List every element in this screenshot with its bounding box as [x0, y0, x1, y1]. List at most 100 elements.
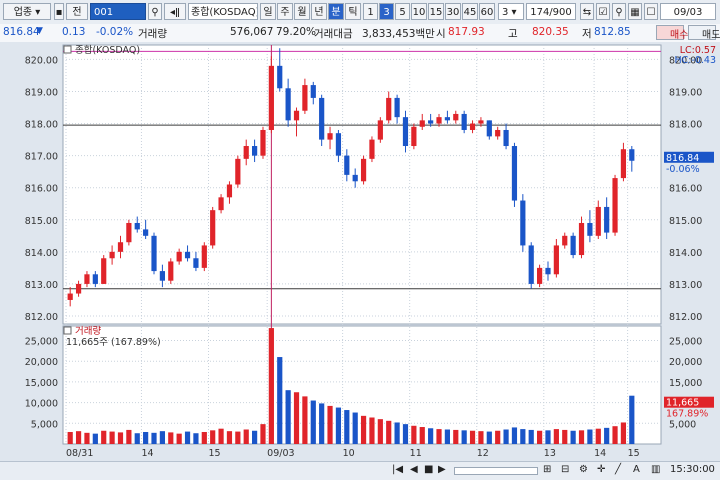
crosshair-icon[interactable]: ✛ — [597, 464, 605, 475]
volume-y-tick: 15,000 — [669, 378, 702, 389]
interval-3[interactable]: 3 — [379, 3, 394, 20]
interval-30-label: 30 — [446, 7, 460, 18]
volume-bar — [67, 431, 73, 444]
x-axis-label: 13 — [544, 448, 556, 459]
volume-y-tick: 20,000 — [669, 357, 702, 368]
interval-5[interactable]: 5 — [395, 3, 410, 20]
volume-bar — [520, 429, 526, 444]
interval-45[interactable]: 45 — [462, 3, 478, 20]
calendar-icon[interactable]: ▦ — [628, 3, 642, 20]
candle-body — [344, 155, 350, 175]
interval-60[interactable]: 60 — [479, 3, 495, 20]
scroll-next-icon[interactable]: ▶ — [438, 464, 446, 475]
volume-ratio: 79.20% — [276, 26, 317, 38]
interval-10[interactable]: 10 — [411, 3, 427, 20]
interval-select[interactable]: 3 ▾ — [498, 3, 524, 20]
text-tool-icon[interactable]: A — [633, 464, 640, 475]
date-field[interactable]: 09/03 — [660, 3, 716, 20]
candle-body — [537, 267, 543, 284]
category-label: 업종 — [13, 7, 33, 18]
period-day[interactable]: 일 — [260, 3, 276, 20]
volume-panel-toggle-icon[interactable] — [63, 326, 72, 335]
chart-canvas[interactable]: 820.00 819.00 818.00 817.00 816.00 815.00 814.… — [0, 42, 720, 479]
buy-button[interactable]: 매수 — [656, 25, 688, 41]
current-price: 816.84 — [3, 26, 40, 38]
volume-bar — [453, 429, 459, 444]
buy-button-label: 매수 — [670, 30, 689, 41]
candle-body — [260, 129, 266, 156]
category-icon[interactable]: ▪ — [54, 3, 64, 20]
price-panel-bg — [62, 44, 662, 325]
interval-15[interactable]: 15 — [428, 3, 444, 20]
scroll-first-icon[interactable]: |◀ — [392, 464, 403, 475]
price-y-tick-left: 820.00 — [25, 55, 58, 66]
volume-bar — [486, 431, 492, 444]
trash-icon[interactable]: ▥ — [651, 464, 660, 475]
zoom-in-icon[interactable]: ⊞ — [543, 464, 551, 475]
sell-button[interactable]: 매도 — [688, 25, 720, 41]
candle-body — [503, 129, 509, 147]
candle-body — [243, 146, 249, 159]
candle-body — [402, 117, 409, 147]
volume-y-tick-left: 15,000 — [25, 378, 58, 389]
volume-y-tick-left: 10,000 — [25, 399, 58, 410]
period-minute[interactable]: 분 — [328, 3, 344, 20]
high-value: 820.35 — [532, 26, 569, 38]
period-year[interactable]: 년 — [311, 3, 327, 20]
panel-toggle-icon[interactable] — [63, 45, 72, 54]
calendar-checkbox[interactable]: ☐ — [644, 3, 658, 20]
last-volume-pct: 167.89% — [666, 409, 708, 420]
volume-bar — [92, 433, 98, 444]
x-axis-label: 12 — [477, 448, 489, 459]
candle-body — [604, 206, 610, 233]
settings-icon[interactable]: ⚙ — [579, 464, 588, 475]
candle-body — [327, 133, 333, 140]
down-arrow-icon: ▼ — [36, 26, 43, 36]
candle-body — [319, 97, 325, 140]
price-y-tick: 816.00 — [669, 184, 702, 195]
category-select[interactable]: 업종 ▾ — [3, 3, 51, 20]
volume-bar — [193, 433, 199, 444]
scrollbar[interactable] — [454, 467, 538, 475]
interval-30[interactable]: 30 — [445, 3, 461, 20]
type-select[interactable]: 전 — [66, 3, 88, 20]
search-icon[interactable]: ⚲ — [612, 3, 626, 20]
candle-body — [109, 251, 115, 259]
period-tick[interactable]: 틱 — [345, 3, 361, 20]
code-input[interactable]: 001 — [90, 3, 146, 20]
interval-1[interactable]: 1 — [363, 3, 378, 20]
draw-line-icon[interactable]: ╱ — [615, 464, 621, 475]
checkbox-icon[interactable]: ☑ — [596, 3, 610, 20]
stop-icon[interactable]: ■ — [424, 464, 433, 475]
price-y-tick: 813.00 — [669, 280, 702, 291]
volume-label: 거래량 — [138, 28, 167, 40]
candle-body — [134, 222, 140, 230]
volume-bar — [168, 432, 174, 444]
speaker-icon[interactable]: ◂ǁ — [164, 3, 186, 20]
x-axis-label: 10 — [343, 448, 355, 459]
candle-body — [453, 113, 459, 121]
interval-45-label: 45 — [463, 7, 477, 18]
volume-last-text: 11,665주 (167.89%) — [66, 337, 161, 348]
period-month[interactable]: 월 — [294, 3, 310, 20]
count-field[interactable]: 174/900 — [526, 3, 576, 20]
candle-body — [511, 146, 518, 201]
volume-bar — [411, 425, 417, 444]
scroll-prev-icon[interactable]: ◀ — [410, 464, 418, 475]
price-change-pct: -0.02% — [96, 26, 134, 38]
candle-body — [193, 258, 199, 268]
period-week[interactable]: 주 — [277, 3, 293, 20]
price-y-tick: 814.00 — [669, 248, 702, 259]
zoom-out-icon[interactable]: ⊟ — [561, 464, 569, 475]
candle-body — [461, 113, 467, 130]
candle-body — [486, 120, 492, 137]
search-icon[interactable]: ⚲ — [148, 3, 162, 20]
candle-body — [478, 120, 484, 124]
link-icon[interactable]: ⇆ — [580, 3, 594, 20]
volume-bar — [184, 431, 191, 444]
low-value: 812.85 — [594, 26, 631, 38]
price-panel-title: 종합(KOSDAQ) — [75, 45, 140, 56]
volume-bar — [612, 426, 618, 444]
volume-bar — [201, 431, 207, 444]
volume-bar — [478, 431, 484, 444]
